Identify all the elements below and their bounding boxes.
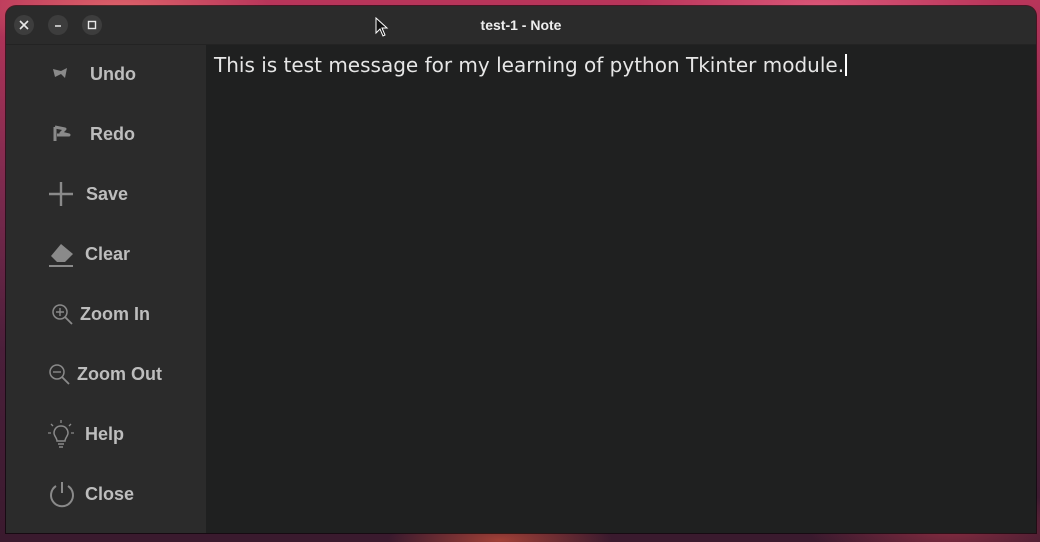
window-title: test-1 - Note [480,17,562,33]
mouse-pointer-icon [375,17,389,37]
power-icon [47,479,77,509]
zoom-in-label: Zoom In [80,303,150,324]
help-button[interactable]: Help [6,414,206,454]
close-label: Close [85,483,135,504]
text-caret [845,54,848,76]
close-button[interactable]: Close [6,474,206,514]
undo-button[interactable]: Undo [6,54,206,94]
help-label: Help [85,423,125,444]
undo-label: Undo [90,63,136,84]
plus-icon [46,179,76,209]
zoom-out-icon [44,359,74,389]
clear-button[interactable]: Clear [6,234,206,274]
redo-icon [47,119,77,149]
zoom-in-button[interactable]: Zoom In [6,294,206,334]
zoom-out-label: Zoom Out [77,363,162,384]
lightbulb-icon [46,419,76,449]
clear-label: Clear [85,243,131,264]
redo-label: Redo [90,123,135,144]
editor-content[interactable]: This is test message for my learning of … [214,53,848,77]
zoom-out-button[interactable]: Zoom Out [6,354,206,394]
title-bar[interactable]: test-1 - Note [6,6,1036,45]
eraser-icon [46,239,76,269]
redo-button[interactable]: Redo [6,114,206,154]
save-label: Save [86,183,129,204]
editor-text-line: This is test message for my learning of … [214,53,845,77]
zoom-in-icon [47,299,77,329]
undo-icon [47,59,77,89]
sidebar: Undo Redo Save Clear Zoom In Zoom Out He… [6,45,206,533]
save-button[interactable]: Save [6,174,206,214]
app-window: test-1 - Note Undo Redo Save Clear Zoom … [6,6,1036,533]
text-editor[interactable]: This is test message for my learning of … [206,45,1036,533]
